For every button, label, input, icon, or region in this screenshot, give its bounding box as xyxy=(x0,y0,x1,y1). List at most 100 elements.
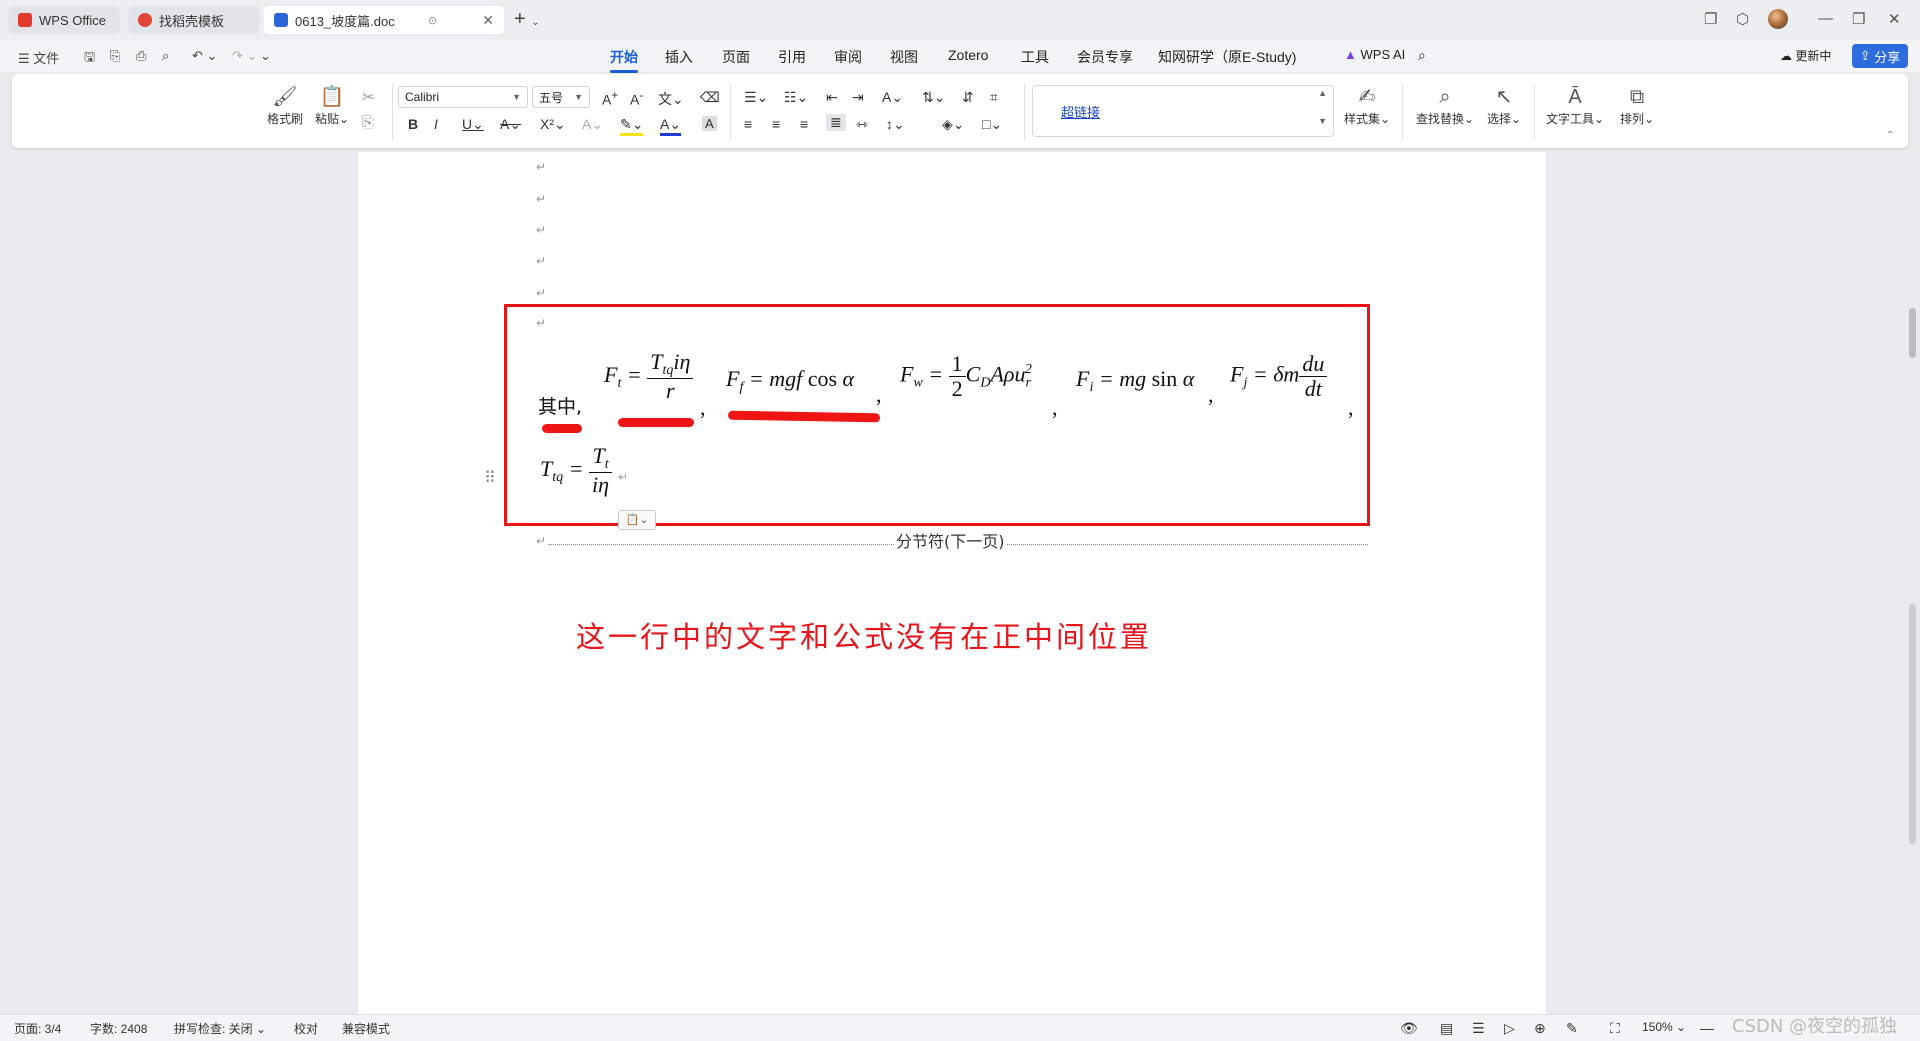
undo-icon[interactable]: ↶ ⌄ xyxy=(192,48,217,64)
font-name-select[interactable]: Calibri ▼ xyxy=(398,86,528,108)
menu-references[interactable]: 引用 xyxy=(778,47,806,67)
text-effect-icon[interactable]: A⌄ xyxy=(582,116,603,133)
minimize-icon[interactable]: — xyxy=(1818,10,1833,27)
menu-cnki[interactable]: 知网研学（原E-Study) xyxy=(1158,47,1296,67)
file-menu[interactable]: ☰ 文件 xyxy=(18,48,59,67)
sort-icon[interactable]: ⇅⌄ xyxy=(922,89,945,106)
export-icon[interactable]: ⎘ xyxy=(110,48,120,64)
word-count[interactable]: 字数: 2408 xyxy=(90,1020,147,1037)
window-tile-icon[interactable]: ❐ xyxy=(1704,10,1717,28)
text-tools-button[interactable]: Ā 文字工具⌄ xyxy=(1542,84,1608,127)
tab-wps-office[interactable]: WPS Office xyxy=(8,6,120,34)
tab-document[interactable]: 0613_坡度篇.doc ⊙ ✕ xyxy=(264,6,504,34)
share-button[interactable]: ⇪ 分享 xyxy=(1852,44,1908,68)
scroll-thumb[interactable] xyxy=(1909,308,1916,358)
pin-icon[interactable]: ⊙ xyxy=(428,14,437,27)
menu-view[interactable]: 视图 xyxy=(890,47,918,67)
highlight-icon[interactable]: ✎⌄ xyxy=(620,116,644,136)
find-replace-button[interactable]: ⌕ 查找替换⌄ xyxy=(1412,84,1478,127)
zoom-level[interactable]: 150% ⌄ xyxy=(1642,1020,1686,1034)
play-icon[interactable]: ▷ xyxy=(1504,1020,1515,1037)
numbered-list-icon[interactable]: ☷⌄ xyxy=(784,89,808,106)
shrink-font-icon[interactable]: A- xyxy=(630,89,643,108)
show-marks-icon[interactable]: ⌗ xyxy=(990,89,998,106)
superscript-button[interactable]: X²⌄ xyxy=(540,116,566,133)
print-icon[interactable]: ⎙ xyxy=(136,48,146,64)
equation-fi[interactable]: Fi = mg sin α xyxy=(1076,366,1194,396)
sort-az-icon[interactable]: ⇵ xyxy=(962,89,974,106)
decrease-indent-icon[interactable]: ⇤ xyxy=(826,89,838,106)
align-center-icon[interactable]: ≡ xyxy=(772,116,780,132)
save-icon[interactable]: 🖫 xyxy=(84,48,95,70)
menu-member[interactable]: 会员专享 xyxy=(1077,47,1133,67)
underline-button[interactable]: U⌄ xyxy=(462,116,484,133)
drag-handle-icon[interactable]: ⠿ xyxy=(484,468,496,488)
strikethrough-button[interactable]: A⌄ xyxy=(500,116,521,133)
arrange-button[interactable]: ⧉ 排列⌄ xyxy=(1612,84,1662,127)
line-spacing-icon[interactable]: ↕⌄ xyxy=(886,116,905,133)
chevron-up-icon[interactable]: ▲ xyxy=(1318,88,1327,98)
eye-icon[interactable]: 👁 xyxy=(1400,1020,1418,1037)
new-tab-button[interactable]: + ⌄ xyxy=(514,8,540,31)
text-direction-icon[interactable]: A⌄ xyxy=(882,89,903,106)
phonetic-icon[interactable]: 文⌄ xyxy=(658,89,684,109)
collapse-ribbon-icon[interactable]: ⌃ xyxy=(1886,130,1894,141)
close-tab-icon[interactable]: ✕ xyxy=(482,12,494,29)
chevron-down-icon[interactable]: ▼ xyxy=(1318,116,1327,126)
close-window-icon[interactable]: ✕ xyxy=(1888,10,1901,28)
equation-fj[interactable]: Fj = δm du dt xyxy=(1230,351,1328,401)
tab-template-store[interactable]: 找稻壳模板 xyxy=(128,6,260,34)
equation-ft[interactable]: Ft = Ttqiη r xyxy=(604,349,694,404)
font-color-icon[interactable]: A⌄ xyxy=(660,116,682,136)
web-view-icon[interactable]: ⊕ xyxy=(1534,1020,1546,1037)
paste-options-icon[interactable]: 📋⌄ xyxy=(618,510,656,530)
equation-ff[interactable]: Ff = mgf cos α xyxy=(726,366,854,396)
page-indicator[interactable]: 页面: 3/4 xyxy=(14,1020,61,1037)
paste-button[interactable]: 📋 粘贴⌄ xyxy=(310,84,354,127)
bold-button[interactable]: B xyxy=(408,116,418,132)
more-quick-access-icon[interactable]: ⌄ xyxy=(260,48,271,64)
clear-format-icon[interactable]: ⌫ xyxy=(700,89,720,106)
vertical-scrollbar[interactable] xyxy=(1906,152,1920,1014)
select-button[interactable]: ↖ 选择⌄ xyxy=(1482,84,1526,127)
menu-zotero[interactable]: Zotero xyxy=(948,47,988,63)
justify-icon[interactable]: ≣ xyxy=(826,114,846,131)
copy-icon[interactable]: ⎘ xyxy=(362,114,374,131)
document-page[interactable] xyxy=(358,152,1546,1014)
wps-ai-button[interactable]: ▲ WPS AI xyxy=(1344,47,1405,62)
outline-view-icon[interactable]: ☰ xyxy=(1472,1020,1485,1037)
format-painter-button[interactable]: 🖌 格式刷 xyxy=(263,84,307,127)
cut-icon[interactable]: ✂ xyxy=(362,88,375,106)
zoom-out-icon[interactable]: — xyxy=(1700,1020,1714,1036)
border-icon[interactable]: □⌄ xyxy=(982,116,1002,133)
align-left-icon[interactable]: ≡ xyxy=(744,116,752,132)
pen-icon[interactable]: ✎ xyxy=(1566,1020,1578,1037)
menu-page[interactable]: 页面 xyxy=(722,47,750,67)
style-gallery[interactable]: 超链接 ▲ ▼ xyxy=(1032,85,1334,137)
style-hyperlink[interactable]: 超链接 xyxy=(1061,102,1100,121)
italic-button[interactable]: I xyxy=(434,116,438,132)
print-preview-icon[interactable]: ⌕ xyxy=(162,48,169,64)
update-button[interactable]: ☁ 更新中 xyxy=(1780,47,1831,64)
char-shading-icon[interactable]: A xyxy=(702,116,717,131)
font-size-select[interactable]: 五号 ▼ xyxy=(532,86,590,108)
menu-tools[interactable]: 工具 xyxy=(1021,47,1049,67)
fit-icon[interactable]: ⛶ xyxy=(1610,1020,1620,1037)
menu-review[interactable]: 审阅 xyxy=(834,47,862,67)
redo-icon[interactable]: ↷ ⌄ xyxy=(232,48,257,64)
align-right-icon[interactable]: ≡ xyxy=(800,116,808,132)
user-avatar[interactable] xyxy=(1768,9,1788,29)
menu-home[interactable]: 开始 xyxy=(610,47,638,73)
restore-icon[interactable]: ❐ xyxy=(1852,10,1865,28)
bullet-list-icon[interactable]: ☰⌄ xyxy=(744,89,768,106)
equation-ttq[interactable]: Ttq = Tt iη xyxy=(540,443,613,498)
increase-indent-icon[interactable]: ⇥ xyxy=(852,89,864,106)
style-set-button[interactable]: ✍ 样式集⌄ xyxy=(1340,84,1394,127)
grow-font-icon[interactable]: A+ xyxy=(602,89,618,108)
shading-icon[interactable]: ◈⌄ xyxy=(942,116,965,133)
proofread-button[interactable]: 校对 xyxy=(294,1020,318,1037)
menu-insert[interactable]: 插入 xyxy=(665,47,693,67)
page-view-icon[interactable]: ▤ xyxy=(1440,1020,1453,1037)
package-icon[interactable]: ⬡ xyxy=(1736,10,1749,28)
spell-check[interactable]: 拼写检查: 关闭 ⌄ xyxy=(174,1020,266,1037)
